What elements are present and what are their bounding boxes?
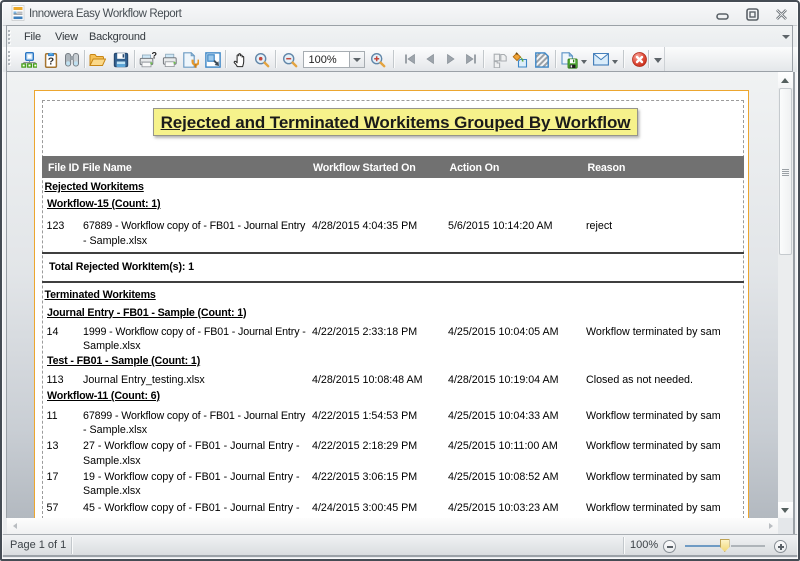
svg-text:?: ? bbox=[151, 52, 157, 61]
svg-text:?: ? bbox=[47, 55, 53, 67]
